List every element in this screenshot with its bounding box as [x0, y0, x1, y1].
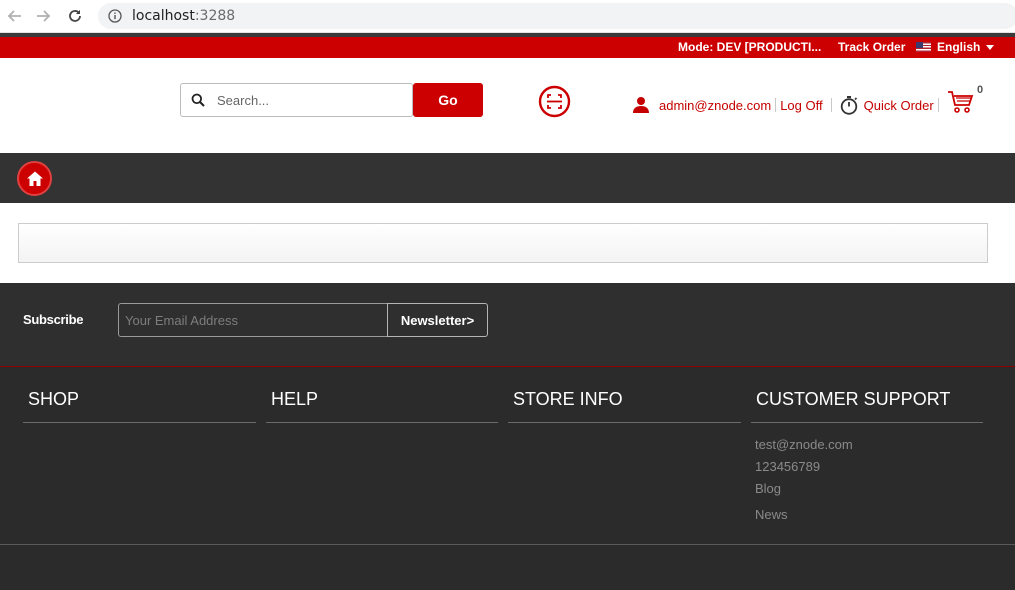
divider	[775, 98, 777, 112]
footer-heading: HELP	[271, 389, 319, 409]
blog-link[interactable]: Blog	[755, 481, 853, 503]
back-button[interactable]	[5, 6, 25, 26]
footer-heading: CUSTOMER SUPPORT	[756, 389, 951, 409]
subscribe-label: Subscribe	[23, 312, 84, 327]
url-text: localhost:3288	[132, 8, 236, 24]
footer-heading: STORE INFO	[513, 389, 623, 409]
support-email-link[interactable]: test@znode.com	[755, 437, 853, 459]
search-go-button[interactable]: Go	[413, 83, 483, 117]
site-footer: SHOP HELP STORE INFO CUSTOMER SUPPORT te…	[0, 367, 1015, 590]
site-header: Go admin@znode.com Log Off Quick Order 0	[0, 58, 1015, 153]
home-button[interactable]	[17, 161, 52, 196]
quick-order-link[interactable]: Quick Order	[864, 98, 934, 113]
footer-column-customer-support: CUSTOMER SUPPORT	[751, 389, 983, 423]
language-selector[interactable]: English	[916, 40, 995, 54]
browser-toolbar: localhost:3288	[0, 0, 1015, 33]
track-order-link[interactable]: Track Order	[838, 40, 905, 54]
search-input[interactable]	[217, 92, 397, 108]
reload-icon	[69, 10, 81, 22]
us-flag-icon	[916, 42, 931, 52]
search-box	[180, 83, 413, 117]
stopwatch-icon	[840, 96, 857, 115]
chevron-down-icon	[986, 44, 995, 50]
main-nav-bar	[0, 153, 1015, 203]
divider	[938, 98, 939, 112]
shopping-cart-icon[interactable]	[947, 88, 975, 116]
divider	[830, 98, 832, 112]
forward-button[interactable]	[33, 6, 53, 26]
arrow-left-icon	[7, 10, 21, 22]
support-links: test@znode.com 123456789 Blog News	[755, 437, 853, 529]
newsletter-email-input[interactable]	[118, 303, 388, 337]
footer-column-store-info: STORE INFO	[508, 389, 741, 423]
reload-button[interactable]	[65, 6, 85, 26]
barcode-scan-icon[interactable]	[538, 85, 571, 118]
footer-column-shop: SHOP	[23, 389, 256, 423]
mode-indicator: Mode: DEV [PRODUCTI...	[678, 40, 822, 54]
footer-heading: SHOP	[28, 389, 80, 409]
page: localhost:3288 Mode: DEV [PRODUCTI... Tr…	[0, 0, 1015, 590]
user-icon	[633, 97, 649, 113]
news-link[interactable]: News	[755, 507, 853, 529]
search-icon	[191, 93, 205, 107]
user-email-link[interactable]: admin@znode.com	[659, 98, 771, 113]
home-icon	[26, 171, 43, 186]
footer-divider	[0, 544, 1015, 545]
address-bar[interactable]: localhost:3288	[98, 3, 1015, 29]
support-phone: 123456789	[755, 459, 821, 474]
info-icon	[108, 9, 122, 23]
subscribe-band: Subscribe Newsletter>	[0, 283, 1015, 367]
logoff-link[interactable]: Log Off	[780, 98, 822, 113]
top-utility-bar: Mode: DEV [PRODUCTI... Track Order Engli…	[0, 37, 1015, 58]
cart-count-badge: 0	[977, 84, 984, 96]
language-label: English	[937, 40, 981, 54]
account-area: admin@znode.com Log Off Quick Order	[632, 95, 934, 115]
footer-column-help: HELP	[266, 389, 498, 423]
main-content	[0, 203, 1015, 283]
content-panel	[18, 223, 988, 263]
newsletter-button[interactable]: Newsletter>	[387, 303, 488, 337]
arrow-right-icon	[37, 10, 51, 22]
